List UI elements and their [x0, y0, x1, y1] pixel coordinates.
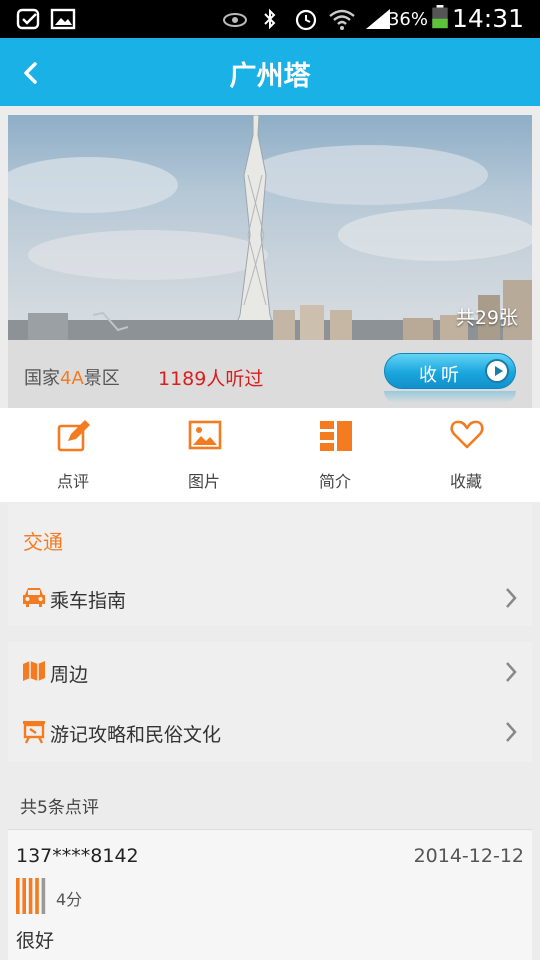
row-bus-guide[interactable]: 乘车指南 [8, 572, 532, 624]
photo-count: 共29张 [455, 307, 518, 329]
action-label: 收藏 [449, 472, 482, 491]
heart-icon [450, 420, 484, 449]
battery-icon [432, 5, 448, 29]
status-bar: 36% 14:31 [0, 0, 540, 38]
chevron-right-icon [506, 722, 517, 742]
explore-panel: 周边 游记攻略和民俗文化 [8, 642, 532, 762]
review-text: 很好 [16, 930, 55, 952]
action-photos[interactable]: 图片 [139, 408, 269, 502]
clock: 14:31 [451, 4, 524, 33]
action-row: 点评 图片 简介 收藏 [0, 408, 540, 502]
rating-bar [22, 878, 26, 914]
row-label: 游记攻略和民俗文化 [50, 724, 222, 746]
rating-bar [28, 878, 33, 914]
map-icon [23, 661, 45, 681]
listen-button-reflection [384, 391, 516, 403]
wifi-icon [329, 9, 355, 30]
info-bar: 国家4A景区 1189人听过 收听 [8, 340, 532, 408]
reviews-count: 共5条点评 [20, 798, 99, 818]
battery-percent: 36% [387, 9, 428, 30]
image-icon [188, 420, 222, 450]
transport-panel: 交通 乘车指南 [8, 504, 532, 626]
rating-bar [35, 878, 39, 914]
action-intro[interactable]: 简介 [270, 408, 400, 502]
play-icon [485, 359, 509, 383]
billboard-icon [23, 721, 45, 744]
review-item: 137****8142 2014-12-12 4分 很好 [8, 831, 532, 960]
row-label: 周边 [50, 664, 89, 686]
chevron-right-icon [506, 588, 517, 608]
grade-level: 4A [60, 368, 84, 389]
reviews-panel: 共5条点评 137****8142 2014-12-12 4分 很好 [8, 778, 532, 960]
row-label: 乘车指南 [50, 590, 127, 612]
action-label: 图片 [187, 472, 220, 491]
listen-count: 1189人听过 [158, 368, 264, 390]
image-icon [50, 8, 76, 30]
review-user: 137****8142 [16, 845, 139, 867]
columns-icon [320, 421, 352, 451]
hero-photo[interactable]: 共29张 [8, 115, 532, 340]
rating-bar [41, 878, 46, 914]
page-title: 广州塔 [229, 61, 311, 92]
row-nearby[interactable]: 周边 [8, 646, 532, 698]
section-title-transport: 交通 [23, 530, 63, 554]
review-date: 2014-12-12 [413, 845, 524, 867]
rating-bar [16, 878, 20, 914]
eye-icon [223, 13, 247, 27]
grade-prefix: 国家 [24, 368, 60, 389]
canton-tower-photo [8, 115, 532, 340]
car-icon [23, 588, 45, 607]
action-label: 点评 [56, 472, 89, 491]
bluetooth-icon [264, 8, 276, 30]
listen-button[interactable]: 收听 [384, 353, 516, 389]
edit-icon [57, 420, 90, 452]
bird-icon [16, 8, 40, 30]
rating-bars [16, 878, 46, 914]
reviews-header: 共5条点评 [8, 778, 532, 830]
chevron-right-icon [506, 662, 517, 682]
action-favorite[interactable]: 收藏 [401, 408, 531, 502]
review-score: 4分 [56, 890, 83, 909]
action-label: 简介 [318, 472, 351, 491]
action-review[interactable]: 点评 [8, 408, 138, 502]
alarm-icon [295, 9, 317, 31]
row-travel-notes[interactable]: 游记攻略和民俗文化 [8, 706, 532, 758]
scenic-grade: 国家4A景区 [24, 364, 120, 390]
listen-button-label: 收听 [419, 365, 463, 386]
grade-suffix: 景区 [83, 368, 120, 389]
title-bar: 广州塔 [0, 38, 540, 106]
